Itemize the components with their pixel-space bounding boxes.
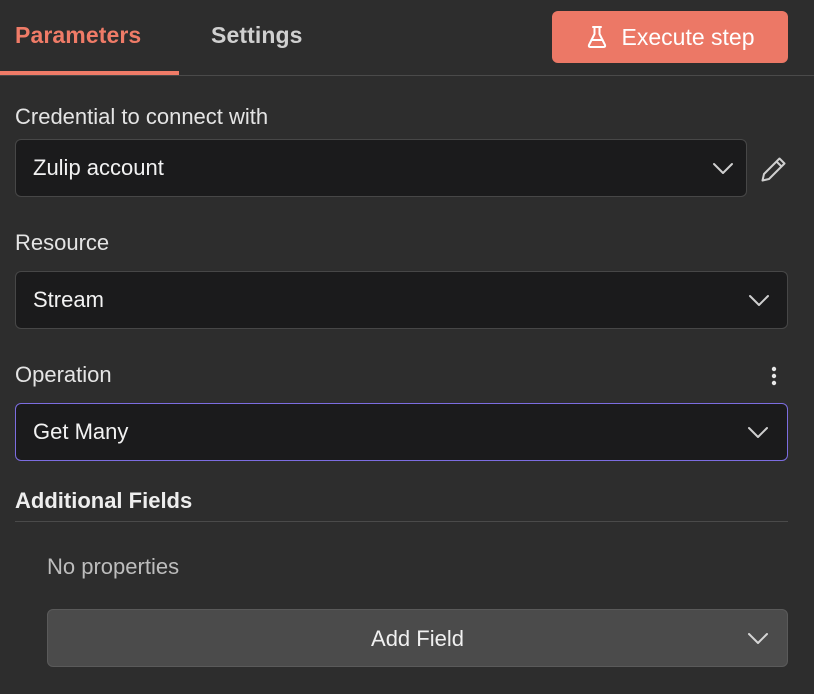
kebab-icon[interactable]	[766, 364, 782, 388]
section-divider	[15, 521, 788, 522]
resource-value: Stream	[33, 287, 104, 312]
credential-value: Zulip account	[33, 155, 164, 180]
resource-label: Resource	[15, 230, 110, 255]
operation-label: Operation	[15, 362, 112, 387]
tab-bar: Parameters Settings Execute step	[0, 0, 814, 76]
credential-select[interactable]: Zulip account	[15, 139, 747, 197]
resource-select[interactable]: Stream	[15, 271, 788, 329]
credential-label: Credential to connect with	[15, 104, 269, 129]
execute-step-label: Execute step	[621, 23, 755, 50]
tab-parameters[interactable]: Parameters	[15, 22, 141, 49]
chevron-down-icon	[749, 295, 769, 306]
no-properties-text: No properties	[47, 554, 180, 579]
additional-fields-title: Additional Fields	[15, 488, 193, 513]
tab-settings[interactable]: Settings	[211, 22, 303, 49]
chevron-down-icon	[748, 633, 768, 644]
chevron-down-icon	[713, 163, 733, 174]
add-field-button[interactable]: Add Field	[47, 609, 788, 667]
operation-value: Get Many	[33, 419, 129, 444]
node-parameters-panel: Parameters Settings Execute step Credent…	[0, 0, 814, 694]
add-field-label: Add Field	[371, 626, 464, 651]
operation-select[interactable]: Get Many	[15, 403, 788, 461]
pencil-icon[interactable]	[759, 154, 789, 184]
active-tab-indicator	[0, 71, 179, 75]
chevron-down-icon	[748, 427, 768, 438]
execute-step-button[interactable]: Execute step	[552, 11, 788, 63]
flask-icon	[586, 25, 608, 49]
